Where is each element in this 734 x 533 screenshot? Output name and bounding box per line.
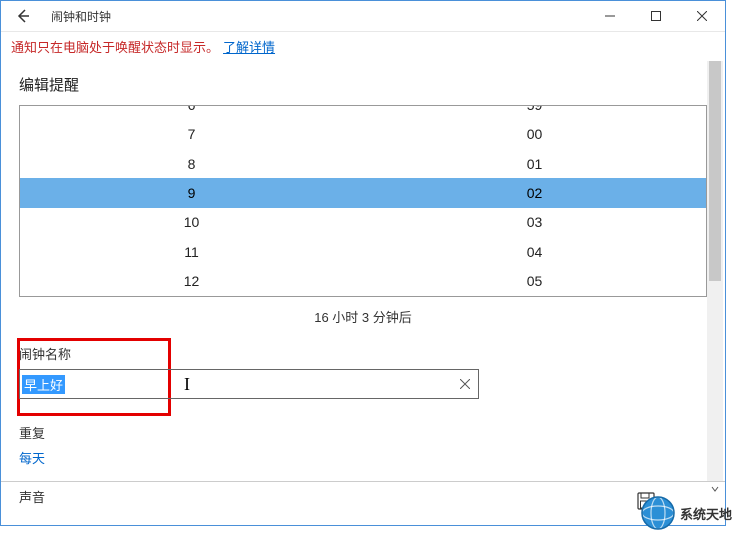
minute-cell[interactable]: 00 bbox=[363, 119, 706, 148]
hour-cell[interactable]: 12 bbox=[20, 267, 363, 296]
hour-cell[interactable]: 8 bbox=[20, 149, 363, 178]
notice-link[interactable]: 了解详情 bbox=[223, 37, 275, 56]
repeat-section: 重复 每天 bbox=[19, 423, 707, 467]
arrow-left-icon bbox=[15, 8, 31, 24]
repeat-value[interactable]: 每天 bbox=[19, 448, 707, 467]
maximize-button[interactable] bbox=[633, 1, 679, 32]
page-title: 编辑提醒 bbox=[19, 74, 707, 95]
clear-input-button[interactable] bbox=[460, 376, 470, 392]
window-title: 闹钟和时钟 bbox=[51, 8, 111, 25]
globe-icon bbox=[640, 495, 676, 531]
bottom-toolbar bbox=[1, 481, 725, 525]
close-icon bbox=[697, 11, 707, 21]
alarm-name-value: 早上好 bbox=[22, 375, 65, 394]
back-button[interactable] bbox=[1, 1, 45, 32]
minute-cell[interactable]: 03 bbox=[363, 208, 706, 237]
brand-text: 系统天地 bbox=[680, 504, 732, 523]
hour-cell[interactable]: 6 bbox=[20, 105, 363, 119]
x-icon bbox=[460, 379, 470, 389]
alarm-name-label: 闹钟名称 bbox=[19, 344, 707, 363]
time-picker[interactable]: 6 7 8 9 10 11 12 59 00 01 02 03 04 05 bbox=[19, 105, 707, 297]
minute-cell[interactable]: 59 bbox=[363, 105, 706, 119]
brand-badge: 系统天地 bbox=[640, 495, 732, 531]
minimize-icon bbox=[605, 11, 615, 21]
minute-cell-selected[interactable]: 02 bbox=[363, 178, 706, 207]
hour-cell-selected[interactable]: 9 bbox=[20, 178, 363, 207]
close-button[interactable] bbox=[679, 1, 725, 32]
repeat-label: 重复 bbox=[19, 423, 707, 442]
minimize-button[interactable] bbox=[587, 1, 633, 32]
alarm-name-section: 闹钟名称 早上好 I bbox=[19, 344, 707, 399]
titlebar: 闹钟和时钟 bbox=[1, 1, 725, 32]
content-area: 编辑提醒 6 7 8 9 10 11 12 59 00 01 02 03 bbox=[1, 60, 725, 506]
hour-cell[interactable]: 7 bbox=[20, 119, 363, 148]
alarm-name-input[interactable]: 早上好 I bbox=[19, 369, 479, 399]
hour-cell[interactable]: 10 bbox=[20, 208, 363, 237]
hour-cell[interactable]: 11 bbox=[20, 237, 363, 266]
minute-cell[interactable]: 04 bbox=[363, 237, 706, 266]
app-window: 闹钟和时钟 通知只在电脑处于唤醒状态时显示。 了解详情 编辑提醒 6 7 8 9… bbox=[0, 0, 726, 526]
notice-text: 通知只在电脑处于唤醒状态时显示。 bbox=[11, 37, 219, 56]
hours-column[interactable]: 6 7 8 9 10 11 12 bbox=[20, 106, 363, 296]
minute-cell[interactable]: 05 bbox=[363, 267, 706, 296]
minute-cell[interactable]: 01 bbox=[363, 149, 706, 178]
scrollbar-thumb[interactable] bbox=[709, 61, 721, 281]
vertical-scrollbar[interactable] bbox=[707, 61, 723, 481]
notice-bar: 通知只在电脑处于唤醒状态时显示。 了解详情 bbox=[1, 32, 725, 60]
text-cursor-icon: I bbox=[184, 374, 190, 395]
minutes-column[interactable]: 59 00 01 02 03 04 05 bbox=[363, 106, 706, 296]
time-summary: 16 小时 3 分钟后 bbox=[19, 307, 707, 326]
maximize-icon bbox=[651, 11, 661, 21]
